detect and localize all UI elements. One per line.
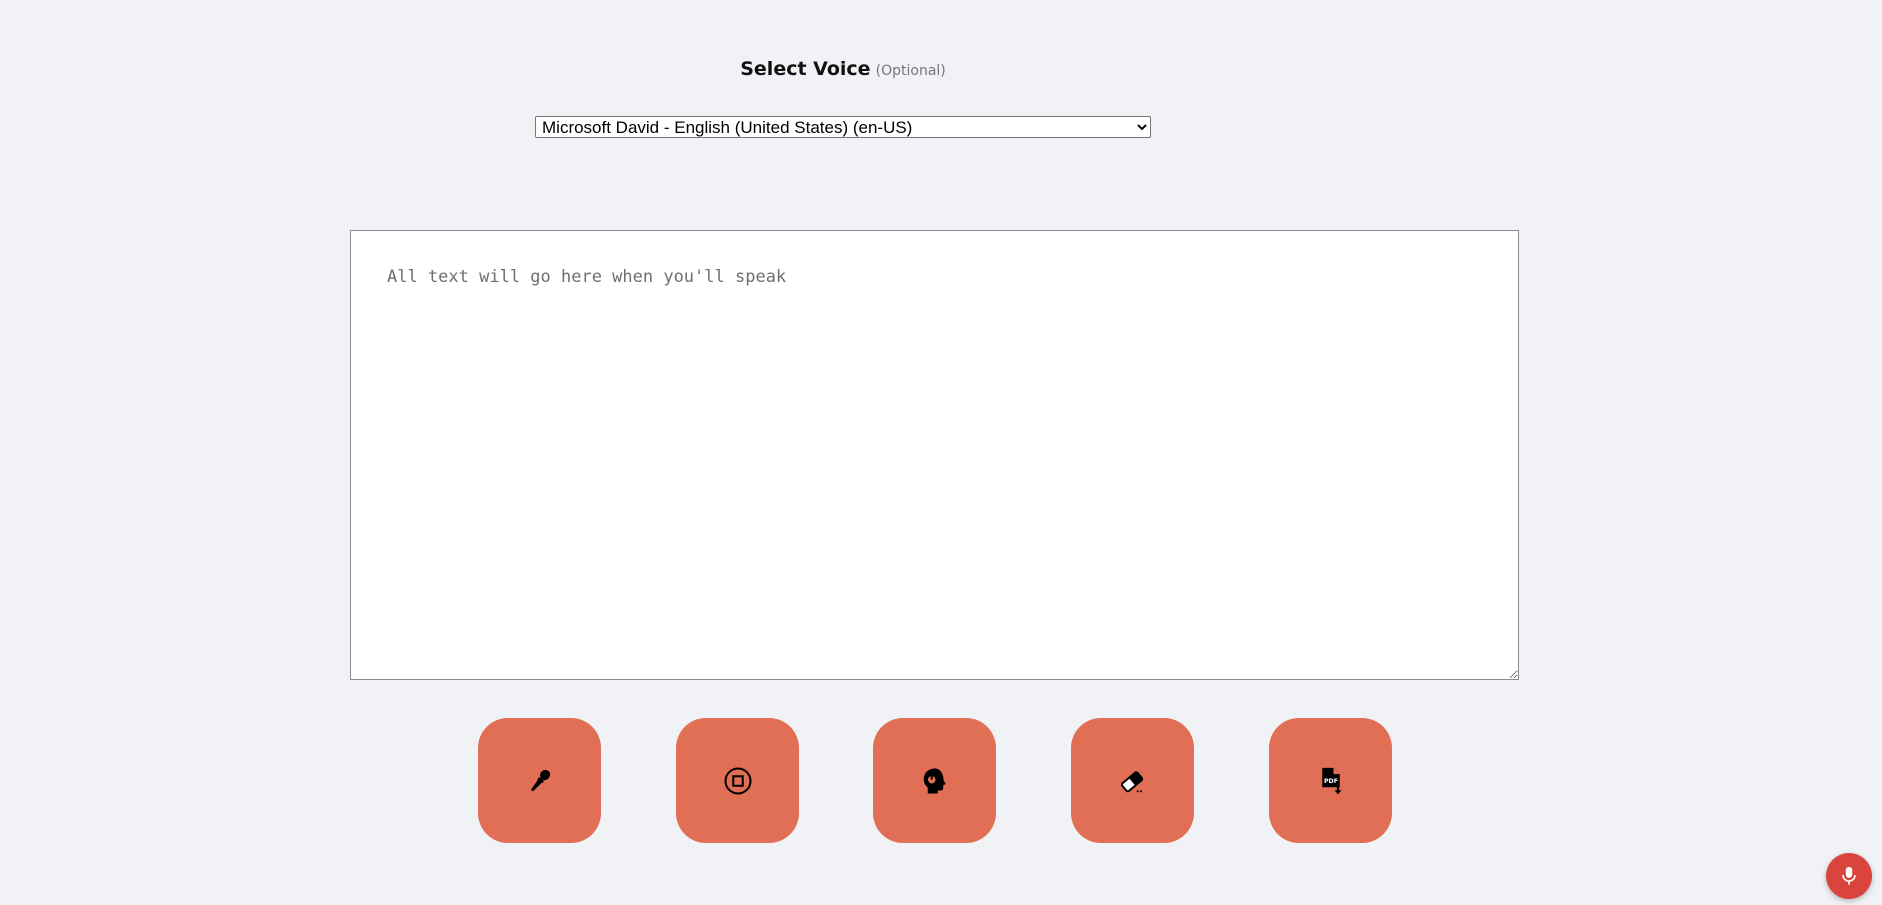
voice-select[interactable]: Microsoft David - English (United States… — [535, 116, 1151, 138]
pdf-download-icon: PDF — [1321, 767, 1341, 794]
svg-text:PDF: PDF — [1323, 777, 1337, 784]
start-recording-button[interactable] — [478, 718, 601, 843]
page: Select Voice (Optional) Microsoft David … — [0, 0, 1882, 905]
microphone-icon — [1842, 866, 1856, 885]
transcript-textarea[interactable] — [350, 230, 1519, 680]
action-button-row: PDF — [0, 718, 1882, 844]
microphone-icon — [530, 769, 550, 791]
download-pdf-button[interactable]: PDF — [1269, 718, 1392, 843]
listen-button[interactable] — [873, 718, 996, 843]
headset-icon — [923, 768, 946, 793]
eraser-icon — [1120, 770, 1143, 792]
voice-header: Select Voice (Optional) — [0, 58, 1686, 80]
floating-mic-button[interactable] — [1826, 853, 1872, 899]
voice-select-wrapper: Microsoft David - English (United States… — [535, 116, 1151, 138]
clear-button[interactable] — [1071, 718, 1194, 843]
voice-title: Select Voice — [740, 58, 871, 80]
stop-icon — [724, 767, 751, 794]
stop-button[interactable] — [676, 718, 799, 843]
voice-optional-note: (Optional) — [875, 63, 946, 79]
